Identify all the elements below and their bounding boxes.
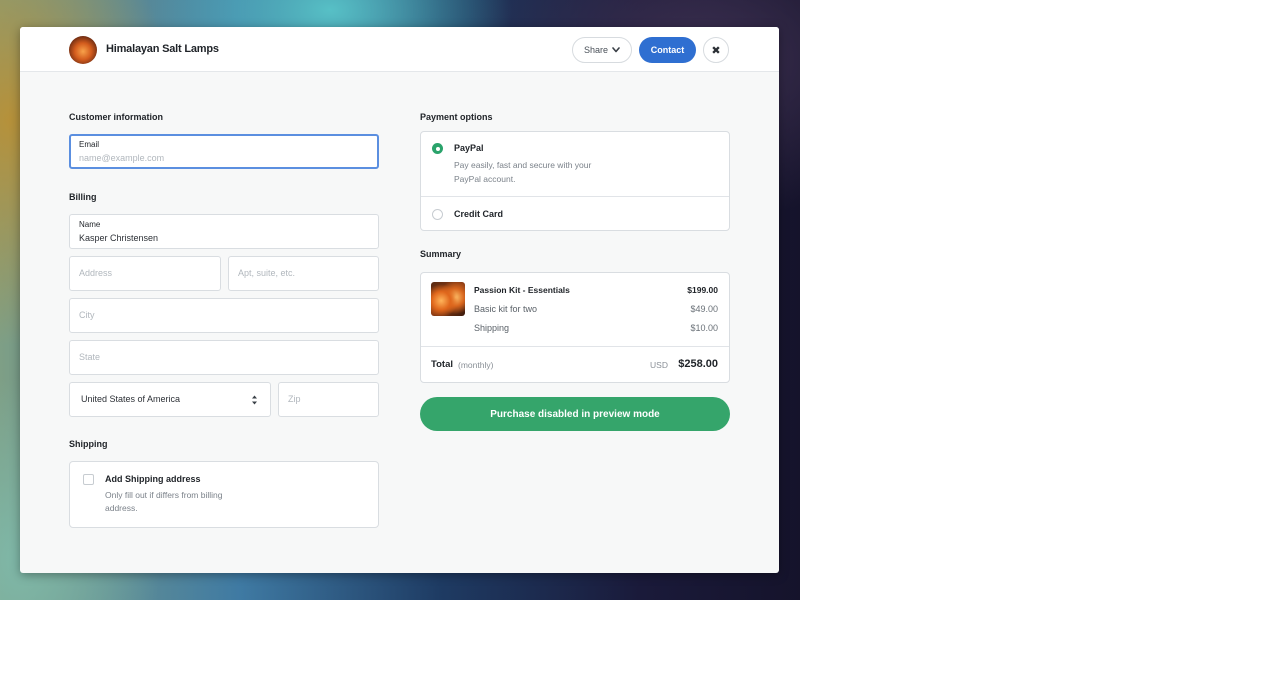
address-placeholder: Address	[79, 268, 113, 278]
customer-info-title: Customer information	[69, 112, 164, 122]
summary-title: Summary	[420, 249, 462, 259]
zip-field[interactable]: Zip	[278, 382, 379, 417]
state-field[interactable]: State	[69, 340, 379, 375]
store-name: Himalayan Salt Lamps	[106, 43, 219, 55]
purchase-button[interactable]: Purchase disabled in preview mode	[420, 397, 730, 431]
summary-item-label: Basic kit for two	[474, 304, 538, 314]
email-field[interactable]: Email name@example.com	[69, 134, 379, 169]
credit-card-label: Credit Card	[454, 209, 504, 219]
summary-panel: Passion Kit - Essentials $199.00 Basic k…	[420, 272, 730, 383]
summary-item-price: $10.00	[690, 323, 718, 333]
summary-item-label: Shipping	[474, 323, 510, 333]
checkout-modal: Himalayan Salt Lamps Share Contact ✖ Cus…	[20, 27, 779, 573]
total-currency: USD	[650, 360, 668, 370]
summary-divider	[421, 346, 729, 347]
total-label: Total	[431, 359, 453, 370]
paypal-desc-line2: PayPal account.	[454, 174, 516, 184]
share-label: Share	[583, 45, 609, 55]
credit-card-option[interactable]: Credit Card	[421, 198, 729, 230]
close-button[interactable]: ✖	[703, 37, 729, 63]
summary-item-price: $49.00	[690, 304, 718, 314]
address-field[interactable]: Address	[69, 256, 221, 291]
total-period: (monthly)	[458, 360, 494, 370]
city-placeholder: City	[79, 310, 95, 320]
purchase-label: Purchase disabled in preview mode	[490, 408, 660, 420]
contact-label: Contact	[650, 45, 685, 55]
name-label: Name	[79, 220, 101, 229]
share-button[interactable]: Share	[572, 37, 632, 63]
paypal-radio[interactable]	[432, 143, 443, 154]
billing-title: Billing	[69, 192, 97, 202]
store-logo	[69, 36, 97, 64]
close-icon: ✖	[711, 44, 721, 57]
total-amount: $258.00	[678, 358, 718, 370]
product-price: $199.00	[687, 285, 718, 295]
shipping-hint-line1: Only fill out if differs from billing	[105, 490, 223, 500]
product-name: Passion Kit - Essentials	[474, 285, 570, 295]
apt-field[interactable]: Apt, suite, etc.	[228, 256, 379, 291]
email-placeholder: name@example.com	[79, 153, 165, 163]
state-placeholder: State	[79, 352, 101, 362]
country-value: United States of America	[81, 394, 181, 404]
city-field[interactable]: City	[69, 298, 379, 333]
chevron-down-icon	[612, 47, 620, 53]
shipping-title: Shipping	[69, 439, 108, 449]
shipping-panel: Add Shipping address Only fill out if di…	[69, 461, 379, 528]
updown-arrows-icon	[252, 395, 257, 405]
shipping-hint-line2: address.	[105, 503, 138, 513]
payment-options-title: Payment options	[420, 112, 493, 122]
add-shipping-label: Add Shipping address	[105, 474, 201, 484]
paypal-desc-line1: Pay easily, fast and secure with your	[454, 160, 592, 170]
modal-header: Himalayan Salt Lamps Share Contact ✖	[20, 27, 779, 72]
contact-button[interactable]: Contact	[639, 37, 696, 63]
product-thumbnail	[431, 282, 465, 316]
name-value: Kasper Christensen	[79, 233, 159, 243]
credit-card-radio[interactable]	[432, 209, 443, 220]
apt-placeholder: Apt, suite, etc.	[238, 268, 296, 278]
payment-options-panel: PayPal Pay easily, fast and secure with …	[420, 131, 730, 231]
zip-placeholder: Zip	[288, 394, 301, 404]
paypal-label: PayPal	[454, 143, 484, 153]
add-shipping-checkbox[interactable]	[83, 474, 94, 485]
email-label: Email	[79, 140, 100, 149]
name-field[interactable]: Name Kasper Christensen	[69, 214, 379, 249]
paypal-option[interactable]: PayPal Pay easily, fast and secure with …	[421, 132, 729, 197]
country-select[interactable]: United States of America	[69, 382, 271, 417]
